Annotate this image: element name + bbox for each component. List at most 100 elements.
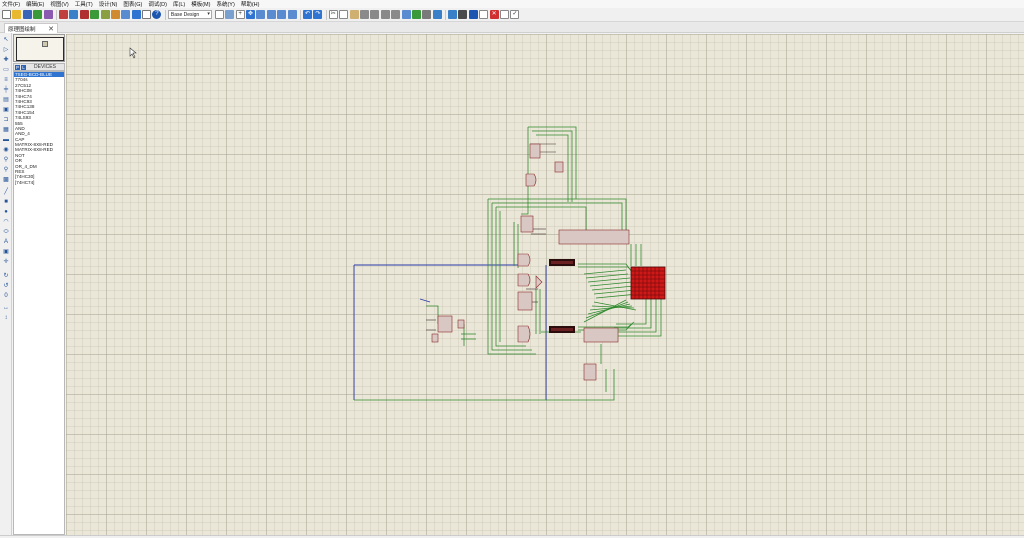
menu-design[interactable]: 设计(N) [99,0,118,8]
refresh-icon[interactable] [214,10,224,19]
save-icon[interactable] [22,10,32,19]
symbol-icon[interactable]: ▣ [2,249,10,256]
junction-dot-icon[interactable]: ✚ [2,57,10,64]
export-icon[interactable] [43,10,53,19]
component-ic-top-right[interactable] [554,161,564,173]
zoom-out-icon[interactable] [266,10,276,19]
voltage-probe-icon[interactable]: ⚲ [2,157,10,164]
help-icon[interactable]: ? [152,10,162,19]
wire-autorouter-icon[interactable] [448,10,458,19]
menu-view[interactable]: 视图(V) [50,0,68,8]
block-move-icon[interactable] [370,10,380,19]
terminals-icon[interactable]: ▣ [2,107,10,114]
pan-icon[interactable]: ✥ [246,10,256,19]
bus-icon[interactable]: ╪ [2,87,10,94]
mirror-vertical-icon[interactable]: ↕ [2,315,10,322]
menu-debug[interactable]: 调试(D) [148,0,167,8]
pick-devices-button[interactable]: P [15,64,20,70]
tab-schematic[interactable]: 原理图绘制 ✕ [4,23,58,33]
new-sheet-icon[interactable] [479,10,489,19]
list-item[interactable]: [74HC74] [14,180,64,185]
text-script-icon[interactable]: ≡ [2,77,10,84]
pick-device-icon[interactable] [401,10,411,19]
import-icon[interactable] [33,10,43,19]
source-code-icon[interactable] [131,10,141,19]
zoom-all-icon[interactable] [277,10,287,19]
zoom-in-icon[interactable] [256,10,266,19]
tape-recorder-icon[interactable]: ▬ [2,137,10,144]
block-delete-icon[interactable] [391,10,401,19]
search-icon[interactable] [458,10,468,19]
cut-icon[interactable]: ✂ [328,10,338,19]
menu-file[interactable]: 文件(F) [2,0,20,8]
menu-template[interactable]: 模板(M) [191,0,210,8]
gerber-icon[interactable] [100,10,110,19]
component-gates-middle[interactable] [517,253,543,289]
remove-sheet-icon[interactable]: ✕ [489,10,499,19]
device-pins-icon[interactable]: ⊐ [2,117,10,124]
component-ic-u2[interactable] [520,215,534,233]
design-select[interactable]: Base Design ▾ [167,10,212,19]
overview-window[interactable] [13,34,65,62]
grid-toggle-icon[interactable] [225,10,235,19]
circle-icon[interactable]: ● [2,209,10,216]
schematic-icon[interactable] [69,10,79,19]
project-notes-icon[interactable] [142,10,152,19]
component-ic-bottom[interactable] [583,363,597,381]
component-counter-main[interactable] [558,229,630,245]
path-icon[interactable]: ⬭ [2,229,10,236]
arc-icon[interactable]: ◠ [2,219,10,226]
property-assign-icon[interactable] [468,10,478,19]
menu-edit[interactable]: 编辑(E) [26,0,44,8]
box-icon[interactable]: ■ [2,199,10,206]
overview-viewport-frame[interactable] [16,37,64,61]
library-manager-button[interactable]: L [21,64,26,70]
subcircuit-icon[interactable]: ▤ [2,97,10,104]
mirror-horizontal-icon[interactable]: ↔ [2,305,10,312]
component-ic-u5[interactable] [517,291,533,311]
current-probe-icon[interactable]: ⚲ [2,167,10,174]
open-folder-icon[interactable] [12,10,22,19]
generator-icon[interactable]: ◉ [2,147,10,154]
home-icon[interactable] [58,10,68,19]
packaging-icon[interactable] [422,10,432,19]
make-device-icon[interactable] [411,10,421,19]
copy-icon[interactable] [339,10,349,19]
new-file-icon[interactable] [2,10,11,19]
undo-icon[interactable]: ↶ [302,10,312,19]
block-copy-icon[interactable] [359,10,369,19]
pcb-layout-icon[interactable] [79,10,89,19]
component-gate-top[interactable] [525,173,537,187]
led-matrix-8x8[interactable] [630,266,666,300]
menu-graph[interactable]: 图表(G) [123,0,142,8]
marker-icon[interactable]: ✛ [2,259,10,266]
rotate-cw-icon[interactable]: ↻ [2,273,10,280]
wire-label-icon[interactable]: ▭ [2,67,10,74]
close-icon[interactable]: ✕ [48,25,54,33]
schematic-canvas[interactable] [66,34,1024,535]
menu-system[interactable]: 系统(Y) [216,0,234,8]
decompose-icon[interactable] [432,10,442,19]
rotate-ccw-icon[interactable]: ↺ [2,283,10,290]
menu-help[interactable]: 帮助(H) [241,0,260,8]
component-gate-lower[interactable] [517,325,531,343]
origin-icon[interactable]: + [235,10,245,19]
zoom-area-icon[interactable] [287,10,297,19]
component-555-timer[interactable] [431,315,465,343]
electrical-check-icon[interactable]: ✓ [510,10,520,19]
component-mode-icon[interactable]: ▷ [2,47,10,54]
3d-view-icon[interactable] [90,10,100,19]
line-icon[interactable]: ╱ [2,189,10,196]
paste-icon[interactable] [349,10,359,19]
component-counter-lower[interactable] [583,327,619,343]
virtual-instrument-icon[interactable]: ▩ [2,177,10,184]
block-rotate-icon[interactable] [380,10,390,19]
text-icon[interactable]: A [2,239,10,246]
menu-library[interactable]: 库(L) [173,0,185,8]
bill-of-materials-icon[interactable] [121,10,131,19]
selection-mode-icon[interactable]: ↖ [2,37,10,44]
design-explorer-icon[interactable] [110,10,120,19]
netlist-icon[interactable] [500,10,510,19]
graph-mode-icon[interactable]: ▦ [2,127,10,134]
component-ic-top[interactable] [529,143,541,159]
